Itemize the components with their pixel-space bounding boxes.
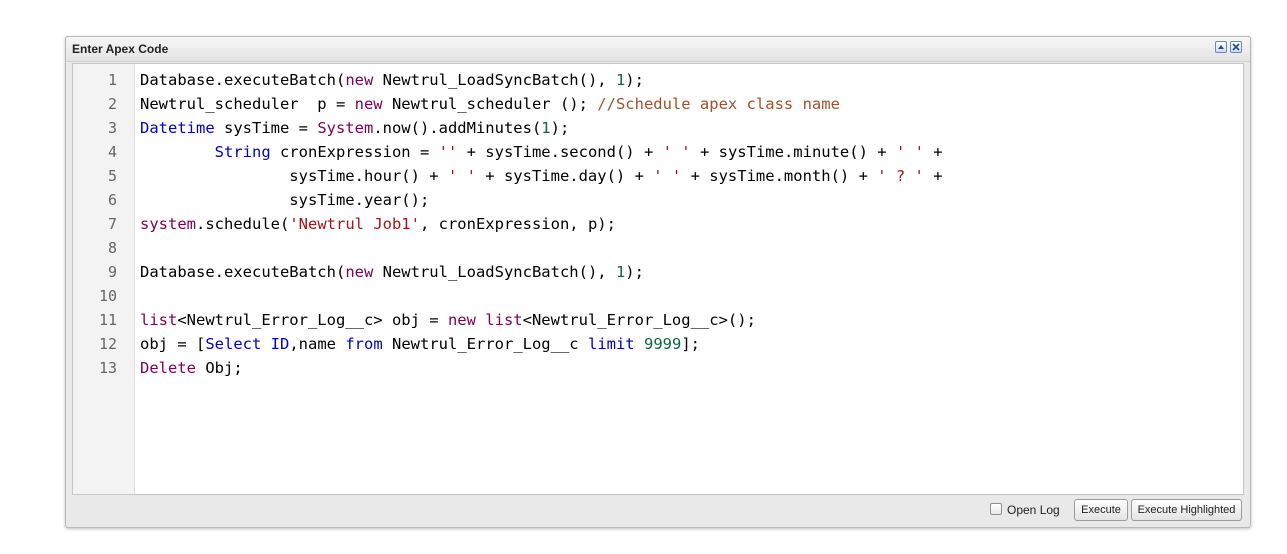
code-line: system.schedule('Newtrul Job1', cronExpr… [140,212,616,236]
code-token: Newtrul_LoadSyncBatch(), [373,71,616,89]
code-token: Newtrul_scheduler (); [382,95,598,113]
collapse-icon[interactable] [1215,41,1227,53]
line-number: 8 [107,239,117,257]
code-token: + [923,143,943,161]
code-token: '' [438,143,458,161]
line-number: 6 [107,191,117,209]
code-token: ); [550,119,570,137]
code-token: Newtrul_scheduler p = [140,95,355,113]
code-token: from [345,335,383,353]
code-token: new [447,311,476,329]
line-number: 1 [107,71,117,89]
code-token: Delete [140,359,196,377]
code-token: .schedule( [196,215,290,233]
code-line: list<Newtrul_Error_Log__c> obj = new lis… [140,308,756,332]
code-token: ,name [289,335,346,353]
execute-button[interactable]: Execute [1074,499,1128,521]
code-token: + sysTime.minute() + [690,143,896,161]
apex-code-panel: Enter Apex Code 1 2 3 4 5 6 7 8 9 10 11 12 13 Databa… [65,36,1251,528]
code-line: Newtrul_scheduler p = new Newtrul_schedu… [140,92,840,116]
open-log-label: Open Log [1007,503,1060,517]
line-number: 10 [98,287,117,305]
code-token: ' ' [447,167,476,185]
code-token: System [317,119,374,137]
close-icon[interactable] [1230,41,1242,53]
execute-highlighted-button[interactable]: Execute Highlighted [1131,499,1242,521]
code-line: String cronExpression = '' + sysTime.sec… [140,140,943,164]
code-token: 1 [615,71,626,89]
code-token: Select [205,335,262,353]
code-token: sysTime = [214,119,318,137]
line-number: 13 [98,359,117,377]
code-token: sysTime.year(); [140,191,430,209]
code-line: Database.executeBatch(new Newtrul_LoadSy… [140,68,644,92]
code-token: + sysTime.day() + [475,167,654,185]
code-token: 1 [541,119,551,137]
panel-header: Enter Apex Code [66,37,1250,62]
code-token: list [140,311,178,329]
code-token: Datetime [140,119,215,137]
code-line: Datetime sysTime = System.now().addMinut… [140,116,569,140]
code-line: sysTime.year(); [140,188,429,212]
code-token: <Newtrul_Error_Log__c> obj = [177,311,448,329]
code-token: ); [625,263,644,281]
code-token: new [345,71,374,89]
code-token: 1 [615,263,626,281]
code-token: ); [625,71,644,89]
code-line: sysTime.hour() + ' ' + sysTime.day() + '… [140,164,943,188]
code-token: ' ? ' [877,167,924,185]
code-token: system [140,215,196,233]
code-token: new [345,263,374,281]
line-number: 12 [98,335,117,353]
line-number-gutter: 1 2 3 4 5 6 7 8 9 10 11 12 13 [73,64,135,494]
code-line: Delete Obj; [140,356,243,380]
code-token: ID [270,335,290,353]
code-token: ' ' [895,143,924,161]
line-number: 4 [107,143,117,161]
line-number: 7 [107,215,117,233]
line-number: 11 [98,311,117,329]
code-token: ]; [681,335,700,353]
open-log-checkbox[interactable] [990,503,1002,515]
code-token: sysTime.hour() + [140,167,448,185]
code-token: ' ' [662,143,691,161]
line-number: 3 [107,119,117,137]
code-token: Database.executeBatch( [140,263,346,281]
code-token: new [354,95,383,113]
panel-footer: Open Log Execute Execute Highlighted [66,495,1250,527]
code-token: .now().addMinutes( [373,119,542,137]
code-token: , cronExpression, p); [419,215,616,233]
code-token: obj = [ [140,335,206,353]
code-token: <Newtrul_Error_Log__c>(); [522,311,756,329]
code-token: + sysTime.month() + [681,167,878,185]
code-token: Newtrul_Error_Log__c [382,335,588,353]
panel-title: Enter Apex Code [72,42,169,56]
code-token: Newtrul_LoadSyncBatch(), [373,263,616,281]
code-token: + [923,167,943,185]
code-line: Database.executeBatch(new Newtrul_LoadSy… [140,260,644,284]
code-line: obj = [Select ID,name from Newtrul_Error… [140,332,700,356]
line-number: 9 [107,263,117,281]
code-token: 'Newtrul Job1' [289,215,420,233]
code-token: 9999 [644,335,682,353]
code-editor[interactable]: 1 2 3 4 5 6 7 8 9 10 11 12 13 Database.executeBatch(… [72,63,1244,495]
code-token: limit [587,335,635,353]
line-number: 2 [107,95,117,113]
code-token: cronExpression = [270,143,439,161]
code-token: Database.executeBatch( [140,71,346,89]
code-token: //Schedule apex class name [597,95,840,113]
code-token: String [214,143,271,161]
line-number: 5 [107,167,117,185]
code-token: list [485,311,523,329]
code-token: Obj; [196,359,243,377]
code-token: ' ' [653,167,682,185]
code-token: + sysTime.second() + [457,143,663,161]
